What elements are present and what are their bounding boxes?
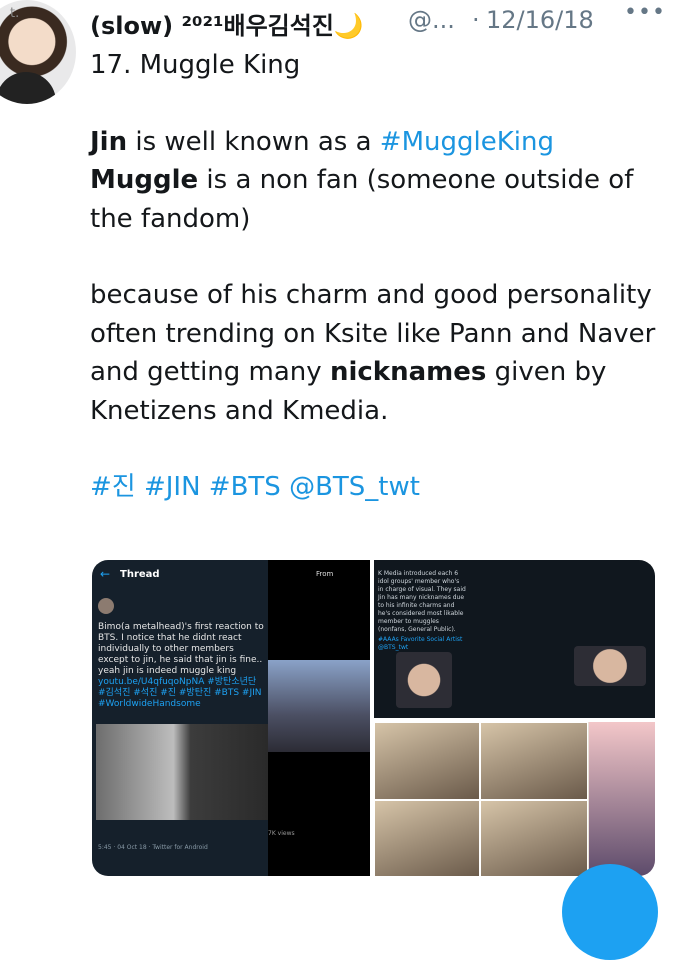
more-options-icon[interactable]: •••	[624, 0, 666, 25]
paragraph-1: Jin is well known as a #MuggleKing	[90, 123, 660, 162]
embedded-photo	[96, 724, 268, 820]
media-image-3[interactable]: K Media introduced each 6 idol groups' m…	[374, 560, 655, 718]
embedded-link: youtu.be/U4qfuqoNpNA #방탄소년단 #김석진 #석진 #진 …	[98, 677, 262, 709]
bold-jin: Jin	[90, 126, 128, 157]
hashtag-muggleking[interactable]: #MuggleKing	[380, 127, 554, 157]
author-avatar[interactable]: t.	[0, 0, 76, 104]
thread-label: Thread	[120, 569, 160, 580]
handle[interactable]: @...	[408, 6, 455, 34]
media-image-4[interactable]	[374, 722, 655, 876]
poster-image	[589, 722, 655, 876]
views-label: 7K views	[268, 830, 295, 837]
photo	[396, 652, 452, 708]
kmedia-text: K Media introduced each 6 idol groups' m…	[378, 570, 466, 633]
avatar	[98, 598, 114, 614]
from-label: From	[316, 570, 334, 578]
tweet-title: 17. Muggle King	[90, 50, 301, 80]
display-name[interactable]: (slow) ²⁰²¹배우김석진🌙	[90, 6, 364, 41]
p2-text: is well known as a	[127, 126, 380, 157]
embedded-tweet-text: Bimo(a metalhead)'s first reaction to BT…	[98, 622, 266, 710]
photo-tile	[480, 800, 588, 876]
media-grid[interactable]: ← Thread Bimo(a metalhead)'s first react…	[92, 560, 655, 876]
back-arrow-icon: ←	[100, 567, 111, 581]
tweet-date[interactable]: 12/16/18	[486, 6, 594, 34]
photo-tile	[480, 722, 588, 800]
photo-tile	[374, 800, 480, 876]
compose-button[interactable]	[562, 864, 658, 960]
media-image-2[interactable]: From 7K views	[268, 560, 370, 876]
tweet-header: (slow) ²⁰²¹배우김석진🌙 @... · 12/16/18 •••	[90, 0, 670, 42]
media-image-1[interactable]: ← Thread Bimo(a metalhead)'s first react…	[92, 560, 268, 876]
tv-screenshot	[268, 660, 370, 752]
hashtags[interactable]: #진 #JIN #BTS @BTS_twt	[90, 468, 660, 507]
tweet-text: 17. Muggle King Jin is well known as a #…	[90, 46, 660, 507]
bold-muggle: Muggle	[90, 165, 199, 195]
separator: ·	[472, 6, 480, 34]
paragraph-3: because of his charm and good personalit…	[90, 276, 660, 430]
avatar-suit	[0, 72, 56, 104]
kmedia-tag: #AAAs Favorite Social Artist @BTS_twt	[378, 636, 463, 651]
avatar-tag: t.	[10, 6, 20, 21]
photo	[574, 646, 646, 686]
bold-nicknames: nicknames	[329, 357, 487, 387]
embedded-footer: 5:45 · 04 Oct 18 · Twitter for Android	[98, 844, 208, 851]
photo-tile	[374, 722, 480, 800]
embedded-body: Bimo(a metalhead)'s first reaction to BT…	[98, 622, 264, 676]
paragraph-2: Muggle is a non fan (someone outside of …	[90, 161, 660, 238]
